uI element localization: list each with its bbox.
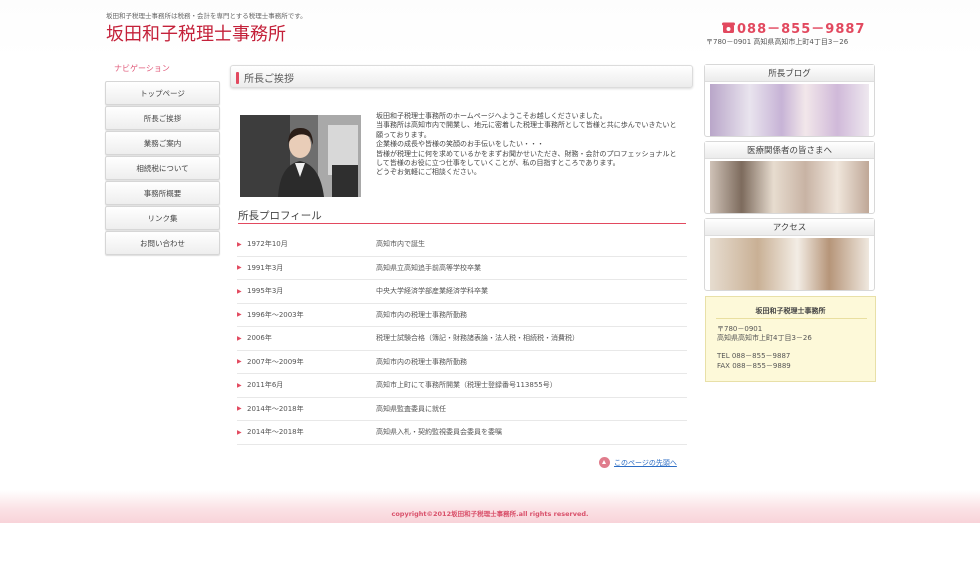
office-info-box: 坂田和子税理士事務所 〒780－0901 高知県高知市上町4丁目3－26 TEL…	[705, 296, 876, 382]
arrow-icon: ▶	[237, 240, 242, 248]
nav-item-top[interactable]: トップページ	[105, 81, 220, 105]
access-banner[interactable]: アクセス	[704, 218, 875, 291]
profile-year: 2006年	[247, 334, 272, 343]
phone-number: 088－855－9887	[737, 22, 866, 37]
profile-year: 1991年3月	[247, 263, 284, 272]
office-postal: 〒780－0901	[717, 325, 763, 333]
blog-banner[interactable]: 所長ブログ	[704, 64, 875, 137]
arrow-icon: ▶	[237, 381, 242, 389]
profile-year: 1995年3月	[247, 287, 284, 296]
profile-row: ▶ 2014年～2018年 高知県入札・契約監視委員会委員を委嘱	[237, 421, 687, 445]
profile-row: ▶ 1995年3月 中央大学経済学部産業経済学科卒業	[237, 280, 687, 304]
profile-desc: 中央大学経済学部産業経済学科卒業	[376, 287, 488, 296]
arrow-icon: ▶	[237, 358, 242, 366]
profile-desc: 高知市内の税理士事務所勤務	[376, 310, 467, 319]
nav-item-office-overview[interactable]: 事務所概要	[105, 181, 220, 205]
profile-desc: 高知県立高知追手前高等学校卒業	[376, 263, 481, 272]
medical-banner-label: 医療関係者の皆さまへ	[705, 142, 874, 159]
copyright-text: copyright©2012坂田和子税理士事務所.all rights rese…	[391, 510, 589, 518]
greeting-paragraph: 坂田和子税理士事務所のホームページへようこそお越しくださいました。 当事務所は高…	[376, 112, 677, 177]
profile-desc: 高知市内の税理士事務所勤務	[376, 357, 467, 366]
profile-year: 2014年～2018年	[247, 404, 304, 413]
profile-year: 1972年10月	[247, 240, 288, 249]
access-image	[710, 238, 869, 290]
profile-desc: 高知市上町にて事務所開業（税理士登録番号113855号）	[376, 381, 557, 390]
arrow-up-icon	[599, 457, 610, 468]
nav-item-services[interactable]: 業務ご案内	[105, 131, 220, 155]
profile-year: 2011年6月	[247, 381, 284, 390]
site-title[interactable]: 坂田和子税理士事務所	[106, 20, 286, 46]
arrow-icon: ▶	[237, 311, 242, 319]
arrow-icon: ▶	[237, 428, 242, 436]
nav-item-greeting[interactable]: 所長ご挨拶	[105, 106, 220, 130]
nav-item-links[interactable]: リンク集	[105, 206, 220, 230]
profile-row: ▶ 1996年～2003年 高知市内の税理士事務所勤務	[237, 304, 687, 327]
access-banner-label: アクセス	[705, 219, 874, 236]
section-title: 所長ご挨拶	[244, 74, 294, 85]
profile-year: 1996年～2003年	[247, 310, 304, 319]
office-name: 坂田和子税理士事務所	[755, 307, 826, 315]
profile-title: 所長プロフィール	[238, 210, 322, 222]
profile-desc: 税理士試験合格（簿記・財務諸表論・法人税・相続税・消費税）	[376, 334, 579, 343]
profile-row: ▶ 2011年6月 高知市上町にて事務所開業（税理士登録番号113855号）	[237, 374, 687, 398]
greeting-text: 坂田和子税理士事務所のホームページへようこそお越しくださいました。 当事務所は高…	[376, 112, 681, 178]
profile-row: ▶ 1991年3月 高知県立高知追手前高等学校卒業	[237, 257, 687, 280]
profile-desc: 高知県監査委員に就任	[376, 404, 446, 413]
medical-banner[interactable]: 医療関係者の皆さまへ	[704, 141, 875, 214]
section-heading-bar: 所長ご挨拶	[230, 65, 693, 88]
arrow-icon: ▶	[237, 287, 242, 295]
sidebar-nav: トップページ 所長ご挨拶 業務ご案内 相続税について 事務所概要 リンク集 お問…	[105, 81, 220, 256]
nav-item-inheritance-tax[interactable]: 相続税について	[105, 156, 220, 180]
profile-year: 2007年～2009年	[247, 357, 304, 366]
site-tagline: 坂田和子税理士事務所は税務・会計を専門とする税理士事務所です。	[106, 12, 307, 20]
profile-desc: 高知県入札・契約監視委員会委員を委嘱	[376, 428, 502, 437]
director-photo	[240, 115, 361, 197]
medical-staff-image	[710, 161, 869, 213]
nav-heading: ナビゲーション	[114, 64, 170, 73]
office-divider	[716, 318, 867, 319]
profile-divider	[238, 223, 686, 224]
nav-item-contact[interactable]: お問い合わせ	[105, 231, 220, 255]
arrow-icon: ▶	[237, 405, 242, 413]
footer: copyright©2012坂田和子税理士事務所.all rights rese…	[0, 490, 980, 523]
profile-list: ▶ 1972年10月 高知市内で誕生 ▶ 1991年3月 高知県立高知追手前高等…	[237, 233, 687, 445]
office-spacer	[717, 343, 812, 352]
office-address: 高知県高知市上町4丁目3－26	[717, 334, 812, 343]
office-details: 〒780－0901 高知県高知市上町4丁目3－26 TEL 088－855－98…	[717, 325, 812, 371]
profile-year: 2014年～2018年	[247, 428, 304, 437]
arrow-icon: ▶	[237, 264, 242, 272]
arrow-icon: ▶	[237, 334, 242, 342]
profile-desc: 高知市内で誕生	[376, 240, 425, 249]
flowers-image	[710, 84, 869, 136]
profile-row: ▶ 2014年～2018年 高知県監査委員に就任	[237, 398, 687, 421]
profile-row: ▶ 2006年 税理士試験合格（簿記・財務諸表論・法人税・相続税・消費税）	[237, 327, 687, 351]
back-to-top-link[interactable]: このページの先頭へ	[599, 457, 677, 468]
profile-row: ▶ 2007年～2009年 高知市内の税理士事務所勤務	[237, 351, 687, 374]
office-tel: TEL 088－855－9887	[717, 352, 791, 361]
heading-accent	[236, 72, 239, 84]
phone-icon	[722, 22, 735, 33]
blog-banner-label: 所長ブログ	[705, 65, 874, 82]
back-to-top-label: このページの先頭へ	[614, 458, 677, 467]
header-address: 〒780－0901 高知県高知市上町4丁目3－26	[706, 38, 849, 46]
office-fax: FAX 088－855－9889	[717, 361, 791, 370]
profile-row: ▶ 1972年10月 高知市内で誕生	[237, 233, 687, 257]
header-phone[interactable]: 088－855－9887	[722, 18, 865, 37]
